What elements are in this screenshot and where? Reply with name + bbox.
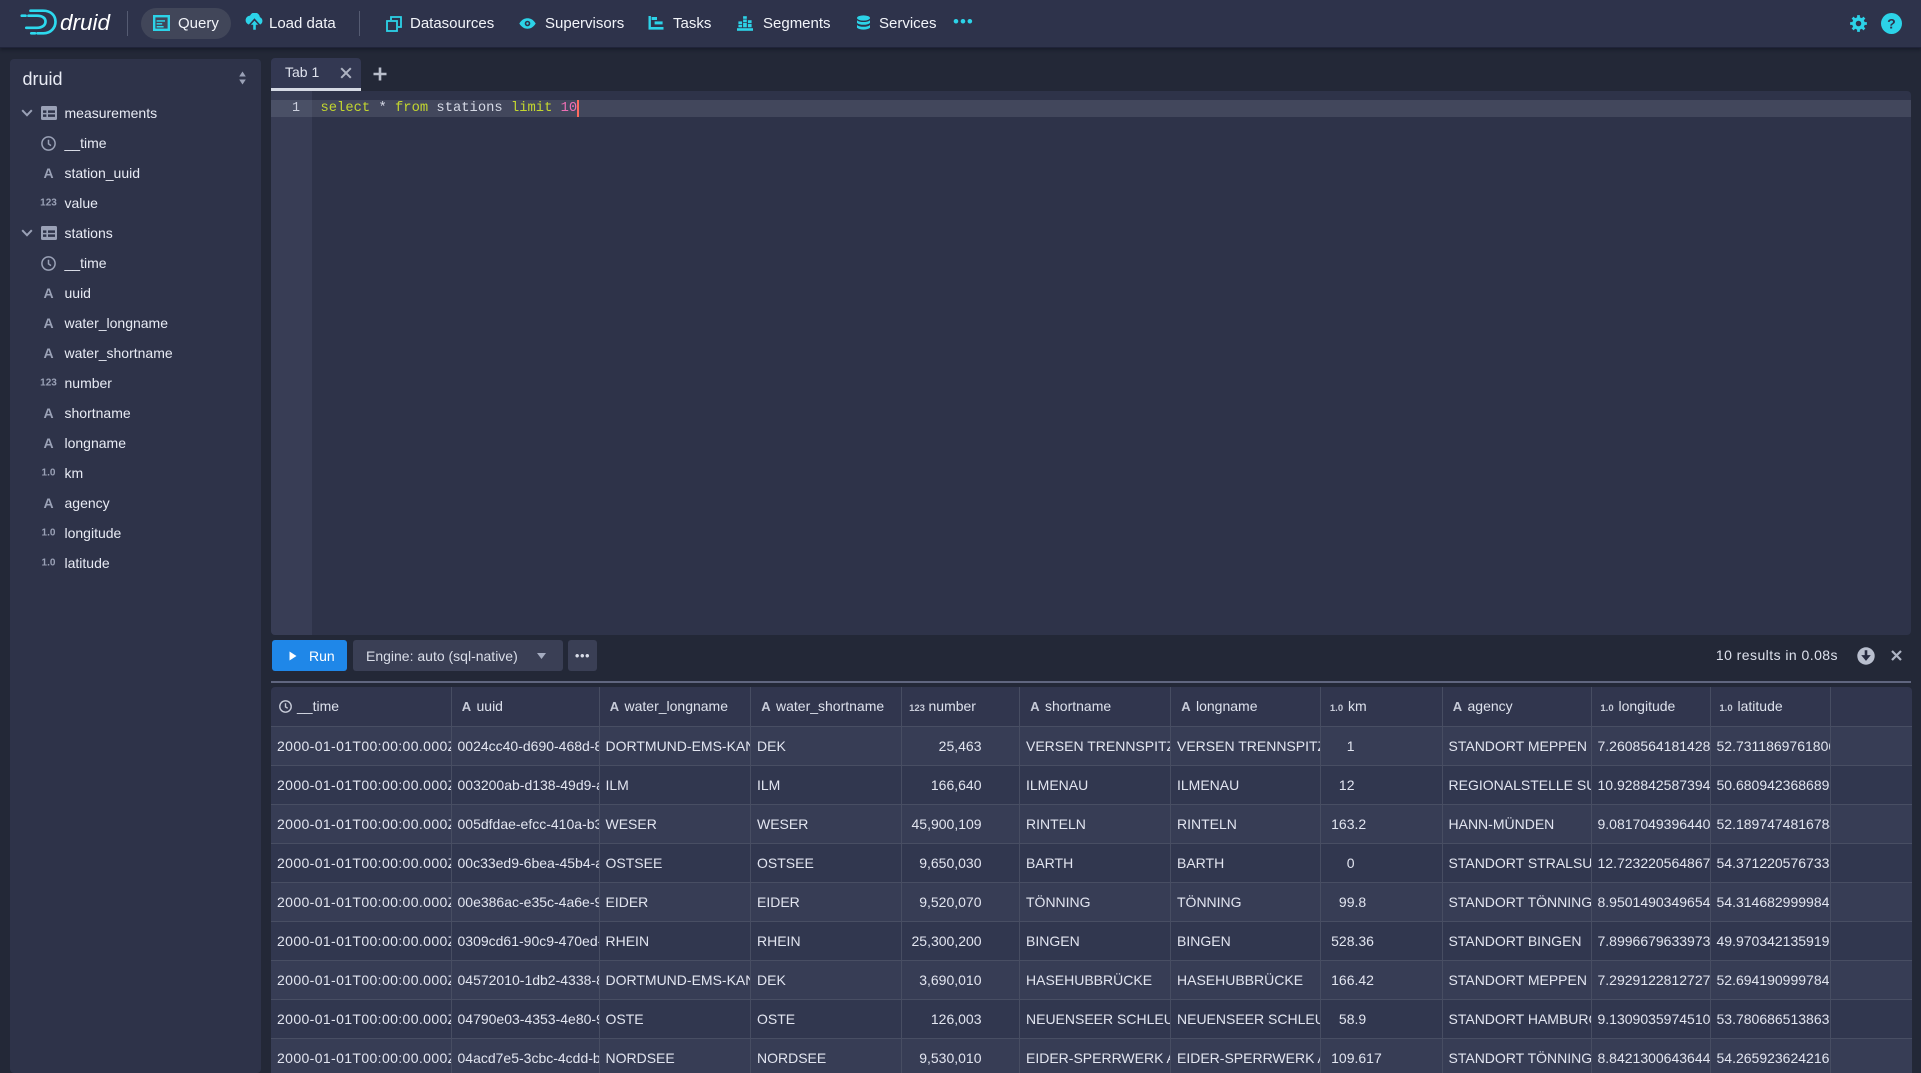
svg-text:?: ? <box>1887 17 1896 33</box>
